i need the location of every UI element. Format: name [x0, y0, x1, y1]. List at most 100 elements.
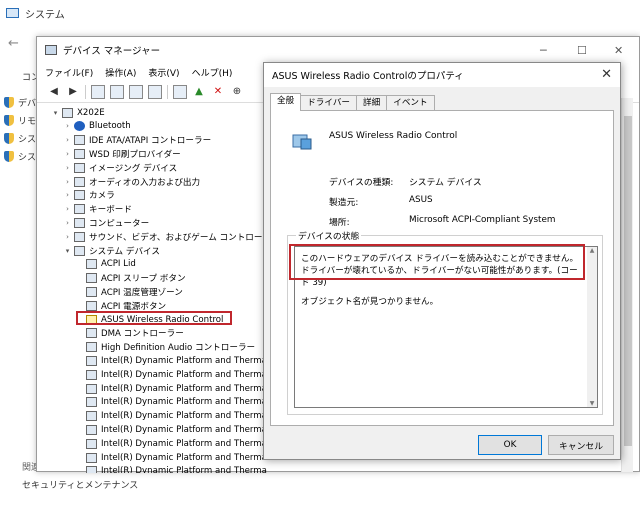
device-icon	[74, 245, 85, 256]
expand-right-icon[interactable]: ›	[63, 164, 72, 172]
tree-item[interactable]: Intel(R) Dynamic Platform and Thermal F	[75, 368, 267, 381]
expand-right-icon[interactable]: ›	[63, 191, 72, 199]
close-button[interactable]: ✕	[614, 44, 623, 57]
tree-item[interactable]: › イメージング デバイス	[63, 161, 177, 174]
ok-button[interactable]: OK	[478, 435, 542, 455]
device-status-detail: オブジェクト名が見つかりません。	[301, 297, 439, 307]
tree-item[interactable]: ▾ X202E	[51, 106, 105, 119]
tree-item[interactable]: › サウンド、ビデオ、およびゲーム コントローラー	[63, 230, 267, 243]
maximize-button[interactable]: ☐	[577, 44, 587, 57]
expand-right-icon[interactable]: ›	[63, 150, 72, 158]
tree-item[interactable]: DMA コントローラー	[75, 327, 184, 340]
sidebar-item-2[interactable]: リモ	[4, 114, 36, 127]
device-icon	[74, 190, 85, 201]
tree-item[interactable]: Intel(R) Dynamic Platform and Thermal F	[75, 354, 267, 367]
scroll-down-icon[interactable]: ▼	[587, 400, 597, 407]
device-icon	[86, 424, 97, 435]
tree-item[interactable]: Intel(R) Dynamic Platform and Thermal F	[75, 396, 267, 409]
shield-icon	[4, 97, 14, 108]
tree-item-label: Intel(R) Dynamic Platform and Thermal F	[101, 411, 267, 422]
menu-file[interactable]: ファイル(F)	[45, 66, 93, 79]
toolbar-separator	[167, 84, 168, 99]
tree-item[interactable]: › カメラ	[63, 189, 115, 202]
tree-item[interactable]: High Definition Audio コントローラー	[75, 341, 255, 354]
tab-general[interactable]: 全般	[270, 93, 302, 111]
scrollbar-thumb[interactable]	[624, 116, 632, 446]
device-type-value: システム デバイス	[409, 178, 482, 188]
device-icon	[86, 369, 97, 380]
properties-icon[interactable]	[110, 84, 124, 99]
device-icon	[86, 273, 97, 284]
menu-view[interactable]: 表示(V)	[148, 66, 179, 79]
tree-item[interactable]: Intel(R) Dynamic Platform and Thermal F	[75, 465, 267, 473]
tree-item[interactable]: ▾ システム デバイス	[63, 244, 160, 257]
forward-icon[interactable]: ▶	[66, 85, 80, 99]
tab-details[interactable]: 詳細	[356, 95, 388, 111]
security-maintenance-link[interactable]: セキュリティとメンテナンス	[22, 478, 138, 491]
expand-right-icon[interactable]: ›	[63, 122, 72, 130]
tree-item-label: イメージング デバイス	[89, 163, 178, 174]
device-icon	[74, 148, 85, 159]
tree-item-label: Intel(R) Dynamic Platform and Thermal F	[101, 383, 267, 394]
sidebar-item-3[interactable]: シス	[4, 132, 36, 145]
status-scrollbar[interactable]: ▲ ▼	[587, 247, 597, 407]
scroll-up-icon[interactable]: ▲	[587, 247, 597, 254]
device-manager-title: デバイス マネージャー	[63, 46, 161, 57]
tree-item[interactable]: › WSD 印刷プロバイダー	[63, 147, 181, 160]
tree-item[interactable]: › コンピューター	[63, 216, 149, 229]
update-driver-icon[interactable]: ▲	[192, 85, 206, 99]
minimize-button[interactable]: ─	[540, 44, 547, 57]
tree-view-icon[interactable]	[91, 84, 105, 99]
tree-item-label: Intel(R) Dynamic Platform and Thermal F	[101, 369, 267, 380]
device-tree: ▾ X202E › Bluetooth › IDE ATA/ATAPI コントローラー › W…	[37, 103, 267, 473]
tree-item[interactable]: ACPI 温度管理ゾーン	[75, 285, 183, 298]
expand-right-icon[interactable]: ›	[63, 233, 72, 241]
sidebar-item-1[interactable]: デバ	[4, 96, 36, 109]
expand-right-icon[interactable]: ›	[63, 205, 72, 213]
tree-item[interactable]: Intel(R) Dynamic Platform and Thermal F	[75, 437, 267, 450]
menu-action[interactable]: 操作(A)	[105, 66, 136, 79]
tree-item-label: オーディオの入力および出力	[89, 177, 201, 188]
device-icon	[86, 300, 97, 311]
tree-item[interactable]: ACPI Lid	[75, 258, 136, 271]
tree-item[interactable]: Intel(R) Dynamic Platform and Thermal F	[75, 382, 267, 395]
dialog-close-button[interactable]: ✕	[601, 67, 612, 82]
device-manager-scrollbar[interactable]	[621, 98, 633, 472]
toolbar-separator	[85, 84, 86, 99]
expand-right-icon[interactable]: ›	[63, 178, 72, 186]
expand-down-icon[interactable]: ▾	[51, 109, 60, 117]
tree-item[interactable]: › オーディオの入力および出力	[63, 175, 200, 188]
tab-driver[interactable]: ドライバー	[300, 95, 358, 111]
expand-down-icon[interactable]: ▾	[63, 247, 72, 255]
cancel-button[interactable]: キャンセル	[548, 435, 614, 455]
tree-item[interactable]: Intel(R) Dynamic Platform and Thermal F	[75, 410, 267, 423]
device-icon	[86, 383, 97, 394]
device-icon	[74, 231, 85, 242]
list-view-icon[interactable]	[148, 84, 162, 99]
system-icon	[6, 8, 19, 18]
tree-item-label: キーボード	[89, 205, 132, 216]
back-icon[interactable]: ◀	[47, 85, 61, 99]
tree-item[interactable]: › Bluetooth	[63, 120, 131, 133]
menu-help[interactable]: ヘルプ(H)	[192, 66, 233, 79]
back-arrow-icon[interactable]: ←	[8, 36, 19, 51]
tree-item[interactable]: › キーボード	[63, 203, 132, 216]
expand-right-icon[interactable]: ›	[63, 136, 72, 144]
tree-item-label: WSD 印刷プロバイダー	[89, 149, 181, 160]
scan-hardware-icon[interactable]	[173, 84, 187, 99]
sidebar-item-4[interactable]: シス	[4, 150, 36, 163]
tree-item[interactable]: Intel(R) Dynamic Platform and Thermal F	[75, 423, 267, 436]
uninstall-icon[interactable]: ✕	[211, 85, 225, 99]
tree-item[interactable]: › IDE ATA/ATAPI コントローラー	[63, 134, 211, 147]
expand-right-icon[interactable]: ›	[63, 219, 72, 227]
tree-item[interactable]: ACPI スリープ ボタン	[75, 272, 186, 285]
help-icon[interactable]	[129, 84, 143, 99]
download-icon[interactable]: ⊕	[230, 85, 244, 99]
system-window-titlebar: システム	[0, 0, 640, 26]
tree-item-label: ACPI 電源ボタン	[101, 301, 167, 312]
tree-item[interactable]: Intel(R) Dynamic Platform and Thermal F	[75, 451, 267, 464]
device-name: ASUS Wireless Radio Control	[329, 131, 458, 141]
device-icon	[86, 452, 97, 463]
tab-events[interactable]: イベント	[386, 95, 435, 111]
tree-item-label: サウンド、ビデオ、およびゲーム コントローラー	[89, 232, 267, 243]
